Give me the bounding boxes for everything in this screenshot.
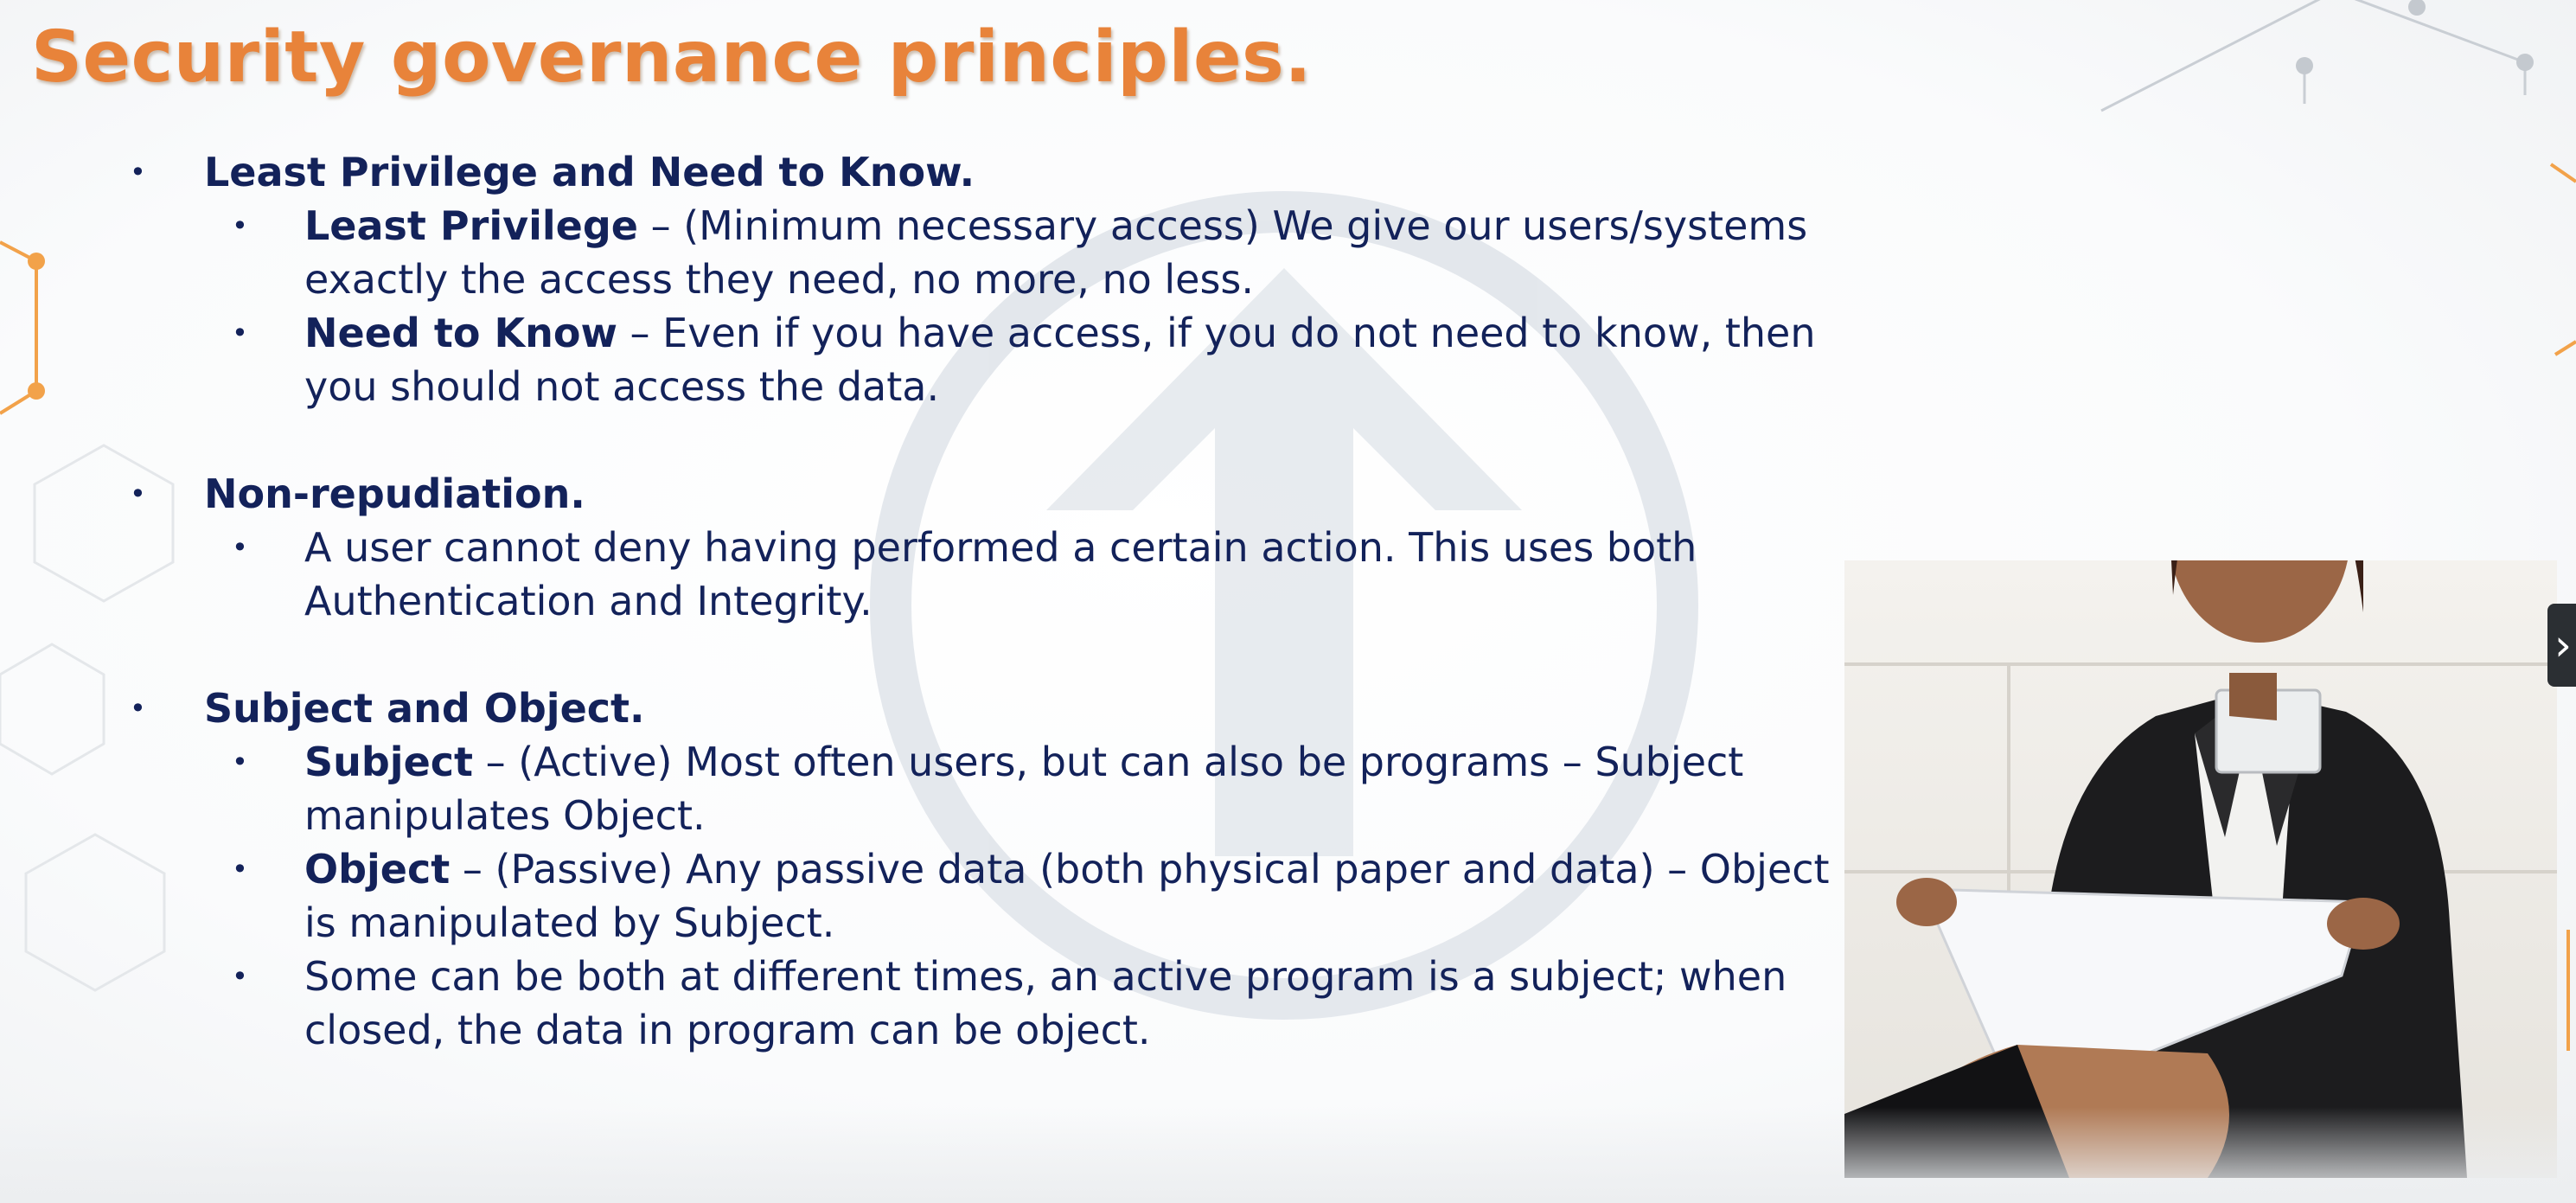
bullet-dot: • (232, 745, 248, 778)
term-label: Subject (304, 739, 474, 785)
network-lines-top-right (2100, 0, 2527, 112)
sub-bullet-need-to-know: • Need to Know – Even if you have access… (232, 306, 1844, 413)
item-text-line1: Some can be both at different times, an … (304, 953, 1787, 1000)
next-slide-button[interactable]: › (2547, 604, 2576, 687)
section-heading: Subject and Object. (204, 685, 645, 732)
term-label: Least Privilege (304, 202, 638, 249)
item-text-line2: closed, the data in program can be objec… (304, 1007, 1151, 1053)
bullet-dot: • (130, 156, 146, 189)
bullet-dot: • (130, 692, 146, 725)
item-text-line1: – (Minimum necessary access) We give our… (637, 202, 1808, 249)
sub-bullet-subject: • Subject – (Active) Most often users, b… (232, 735, 1844, 842)
bullet-dot: • (232, 209, 248, 242)
sub-bullet-least-privilege: • Least Privilege – (Minimum necessary a… (232, 199, 1844, 306)
bullet-non-repudiation: • Non-repudiation. (130, 467, 1851, 521)
network-nodes-top-right (2296, 0, 2534, 74)
slide-title: Security governance principles. (31, 16, 1313, 99)
sub-bullet-both: • Some can be both at different times, a… (232, 950, 1844, 1057)
item-text-line2: exactly the access they need, no more, n… (304, 256, 1255, 303)
item-text-line2: you should not access the data. (304, 363, 940, 410)
bullet-dot: • (232, 960, 248, 993)
section-heading: Non-repudiation. (204, 470, 585, 517)
item-text-line1: A user cannot deny having performed a ce… (304, 524, 1697, 571)
item-text-line1: – Even if you have access, if you do not… (617, 310, 1816, 356)
bullet-dot: • (232, 317, 248, 349)
term-label: Need to Know (304, 310, 617, 356)
sub-bullet-non-repudiation-definition: • A user cannot deny having performed a … (232, 521, 1844, 628)
item-text-line2: manipulates Object. (304, 792, 706, 839)
section-heading: Least Privilege and Need to Know. (204, 149, 975, 195)
item-text-line1: – (Passive) Any passive data (both physi… (450, 846, 1830, 893)
item-text-line2: Authentication and Integrity. (304, 578, 873, 624)
bullet-dot: • (232, 853, 248, 886)
bullet-content: • Least Privilege and Need to Know. • Le… (0, 145, 1851, 1057)
bullet-least-privilege-need-to-know: • Least Privilege and Need to Know. (130, 145, 1851, 199)
bullet-subject-and-object: • Subject and Object. (130, 681, 1851, 735)
sub-bullet-object: • Object – (Passive) Any passive data (b… (232, 842, 1844, 950)
term-label: Object (304, 846, 451, 893)
chevron-right-icon: › (2554, 620, 2572, 670)
bullet-dot: • (232, 531, 248, 564)
item-text-line2: is manipulated by Subject. (304, 899, 835, 946)
item-text-line1: – (Active) Most often users, but can als… (473, 739, 1744, 785)
slide-bottom-shade (0, 1107, 2576, 1203)
businesswoman-with-document-photo (1844, 560, 2557, 1178)
slide-canvas: Security governance principles. • Least … (0, 0, 2576, 1203)
bullet-dot: • (130, 477, 146, 510)
